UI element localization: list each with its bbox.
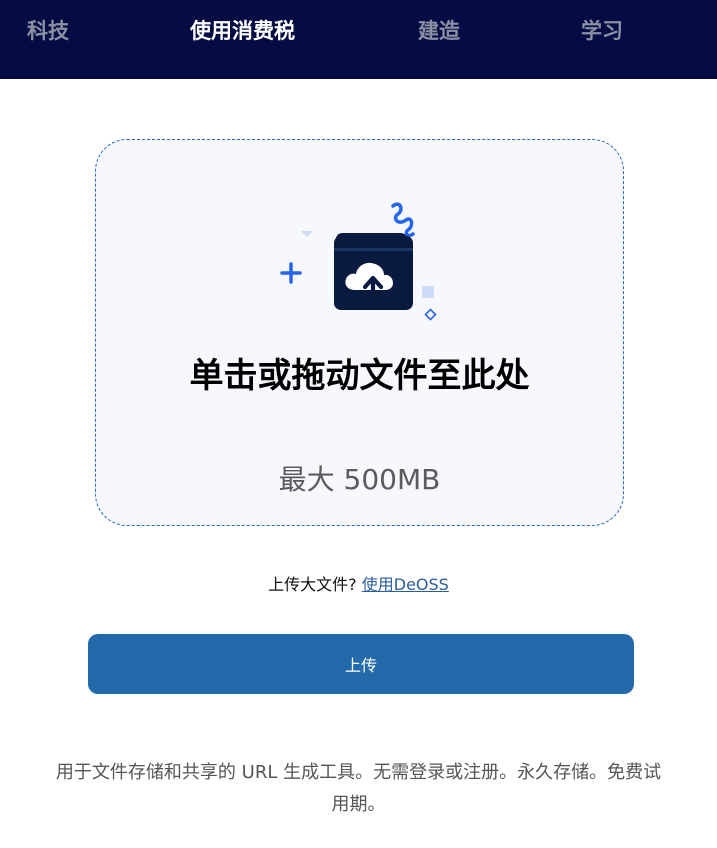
drop-zone-title: 单击或拖动文件至此处	[189, 356, 530, 396]
diamond-decoration	[424, 308, 437, 321]
use-deoss-link[interactable]: 使用DeOSS	[362, 575, 449, 594]
upload-button[interactable]: 上传	[88, 634, 634, 694]
large-file-hint: 上传大文件? 使用DeOSS	[0, 571, 717, 595]
plus-decoration	[280, 262, 302, 284]
nav-item-use-excise-tax[interactable]: 使用消费税	[190, 17, 295, 45]
max-size-label: 最大 500MB	[278, 463, 441, 496]
nav-item-learn[interactable]: 学习	[581, 17, 623, 45]
top-navigation: 科技 使用消费税 建造 学习	[0, 0, 717, 79]
file-drop-zone[interactable]: 单击或拖动文件至此处 最大 500MB	[95, 139, 624, 526]
cloud-upload-icon	[280, 202, 437, 321]
nav-item-technology[interactable]: 科技	[27, 17, 69, 45]
service-description: 用于文件存储和共享的 URL 生成工具。无需登录或注册。永久存储。免费试用期。	[55, 762, 662, 815]
squiggle-decoration	[391, 202, 415, 238]
nav-item-build[interactable]: 建造	[418, 17, 460, 45]
square-decoration	[422, 286, 434, 298]
large-file-prompt: 上传大文件?	[268, 575, 357, 594]
triangle-decoration	[301, 231, 313, 237]
